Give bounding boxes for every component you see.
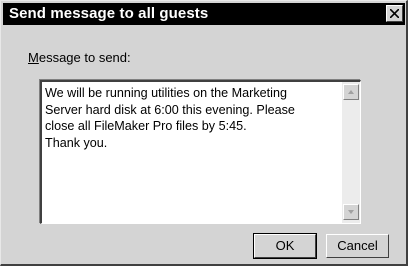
scroll-up-button[interactable]: [343, 84, 359, 100]
message-label-accelerator: M: [28, 50, 39, 65]
message-textarea[interactable]: We will be running utilities on the Mark…: [40, 80, 361, 224]
cancel-button[interactable]: Cancel: [326, 234, 389, 258]
dialog-title: Send message to all guests: [9, 5, 209, 22]
vertical-scrollbar[interactable]: [342, 82, 360, 223]
triangle-down-icon: [348, 210, 354, 214]
title-bar[interactable]: Send message to all guests: [3, 3, 405, 25]
triangle-up-icon: [348, 90, 354, 94]
message-text[interactable]: We will be running utilities on the Mark…: [45, 85, 325, 151]
scroll-down-button[interactable]: [343, 204, 359, 220]
ok-button[interactable]: OK: [253, 233, 317, 259]
send-message-dialog: Send message to all guests Message to se…: [0, 0, 408, 266]
close-icon: [390, 9, 399, 18]
message-label-text: essage to send:: [38, 50, 131, 65]
close-button[interactable]: [386, 5, 403, 22]
message-label: Message to send:: [28, 50, 131, 65]
